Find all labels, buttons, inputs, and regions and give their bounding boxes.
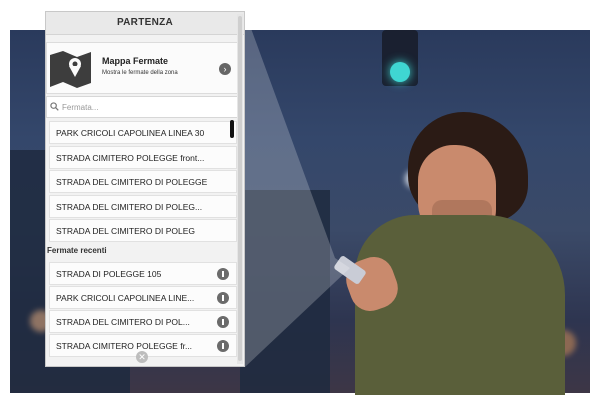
list-scrollbar[interactable] [230,120,234,138]
search-placeholder: Fermata... [62,103,99,112]
recent-item[interactable]: STRADA DEL CIMITERO DI POL... [49,310,237,333]
list-item[interactable]: STRADA CIMITERO POLEGGE front... [49,145,237,169]
search-icon [50,102,59,111]
recent-item[interactable]: STRADA DI POLEGGE 105 [49,262,237,285]
info-icon[interactable] [217,316,229,328]
departure-panel: PARTENZA Mappa Fermate Mostra le fermate… [45,11,245,367]
stops-list: PARK CRICOLI CAPOLINEA LINEA 30 STRADA C… [49,121,237,244]
recent-stops-heading: Fermate recenti [47,246,107,255]
chevron-right-icon[interactable]: › [219,63,231,75]
info-icon[interactable] [217,268,229,280]
list-item[interactable]: PARK CRICOLI CAPOLINEA LINEA 30 [49,121,237,144]
info-icon[interactable] [217,292,229,304]
list-item[interactable]: STRADA DEL CIMITERO DI POLEG [49,219,237,243]
recent-item-label: STRADA DEL CIMITERO DI POL... [56,317,190,327]
panel-scrollbar-thumb[interactable] [238,16,242,361]
info-icon[interactable] [217,340,229,352]
list-item[interactable]: STRADA DEL CIMITERO DI POLEGGE [49,170,237,194]
recent-item-label: STRADA DI POLEGGE 105 [56,269,162,279]
list-item[interactable]: STRADA DEL CIMITERO DI POLEG... [49,194,237,218]
recent-stops-list: STRADA DI POLEGGE 105 PARK CRICOLI CAPOL… [49,262,237,358]
map-stops-card[interactable]: Mappa Fermate Mostra le fermate della zo… [46,42,238,94]
map-marker-icon [50,51,91,88]
map-card-title: Mappa Fermate [102,56,169,66]
recent-item-label: STRADA CIMITERO POLEGGE fr... [56,341,193,351]
recent-item[interactable]: PARK CRICOLI CAPOLINEA LINE... [49,286,237,309]
close-icon[interactable]: ✕ [136,351,148,363]
recent-item-label: PARK CRICOLI CAPOLINEA LINE... [56,293,195,303]
map-card-subtitle: Mostra le fermate della zona [102,70,178,76]
panel-title: PARTENZA [46,12,244,35]
search-input[interactable]: Fermata... [46,96,238,118]
